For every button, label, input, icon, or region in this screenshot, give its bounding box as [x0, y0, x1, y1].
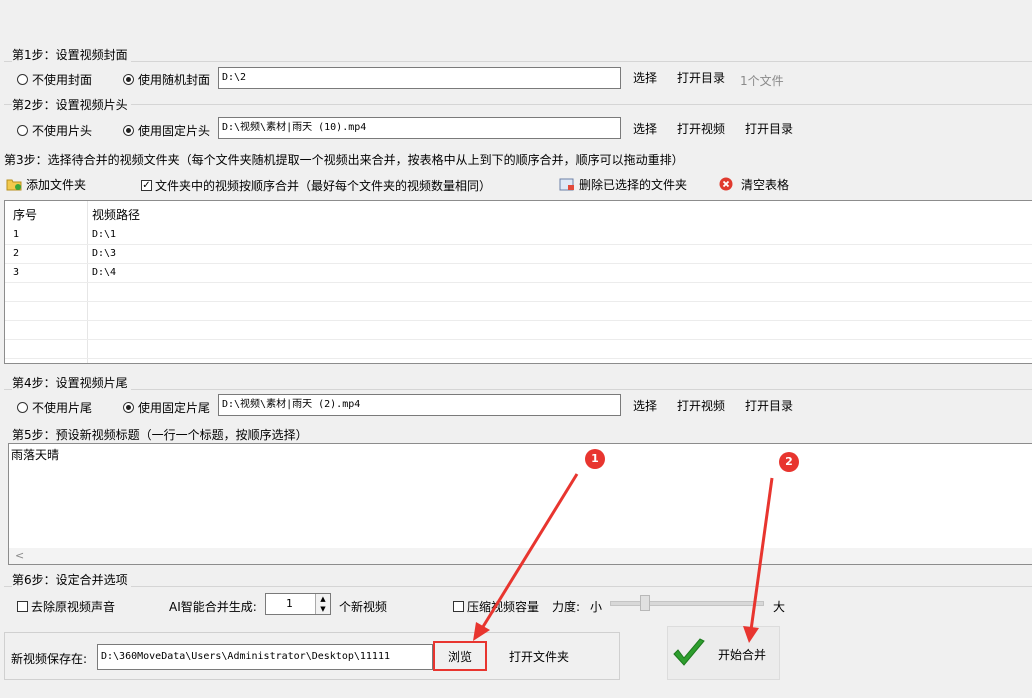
annotation-badge-1: 1 — [585, 449, 605, 469]
annotation-arrows — [473, 473, 774, 643]
annotation-badge-2: 2 — [779, 452, 799, 472]
arrow-2-head — [743, 626, 759, 643]
arrow-2-line — [749, 477, 774, 631]
arrow-1-head — [473, 622, 490, 641]
arrow-1-line — [479, 473, 579, 631]
